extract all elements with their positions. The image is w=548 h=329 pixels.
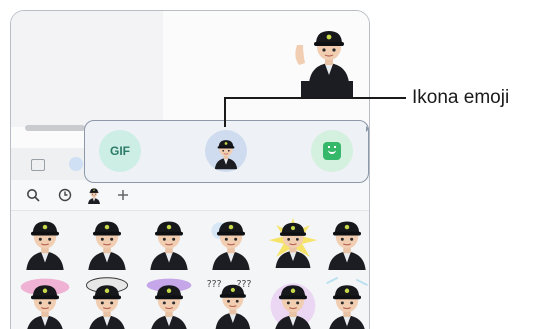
avatar-emoji-icon <box>214 139 238 170</box>
sticker-item[interactable] <box>17 274 73 329</box>
chat-input-placeholder <box>25 125 85 131</box>
sticker-type-popup: GIF <box>84 120 369 183</box>
sticker-item[interactable] <box>79 274 135 329</box>
avatar-icon[interactable] <box>85 186 103 204</box>
chat-left-pane <box>11 11 163 127</box>
avatar-mode-icon[interactable] <box>69 157 83 171</box>
sticker-icon <box>323 142 341 160</box>
sticker-item[interactable] <box>319 274 370 329</box>
sticker-item[interactable] <box>265 274 321 329</box>
sticker-item[interactable] <box>319 214 370 270</box>
callout-line-horizontal <box>224 97 406 99</box>
keyboard-icon[interactable] <box>31 159 45 171</box>
emoji-toolbar <box>11 180 369 211</box>
sticker-item[interactable] <box>141 214 197 270</box>
sticker-button[interactable] <box>311 130 353 172</box>
sticker-item[interactable] <box>79 214 135 270</box>
gif-button[interactable]: GIF <box>99 130 141 172</box>
plus-icon[interactable] <box>115 187 131 203</box>
sent-avatar-sticker <box>295 30 353 99</box>
avatar-sticker-grid: ??? ??? <box>17 214 370 329</box>
callout-line-vertical <box>224 97 226 127</box>
sticker-item[interactable] <box>265 214 321 270</box>
clock-icon[interactable] <box>57 187 73 203</box>
search-icon[interactable] <box>25 187 41 203</box>
popup-arrow <box>366 126 369 132</box>
sticker-item[interactable]: ??? ??? <box>203 274 259 329</box>
sticker-item[interactable] <box>17 214 73 270</box>
callout-label: Ikona emoji <box>412 87 510 108</box>
sticker-item[interactable] <box>141 274 197 329</box>
sticker-item[interactable] <box>203 214 259 270</box>
emoji-button[interactable] <box>205 130 247 172</box>
gif-label: GIF <box>110 144 130 158</box>
svg-text:???: ??? <box>207 279 222 290</box>
